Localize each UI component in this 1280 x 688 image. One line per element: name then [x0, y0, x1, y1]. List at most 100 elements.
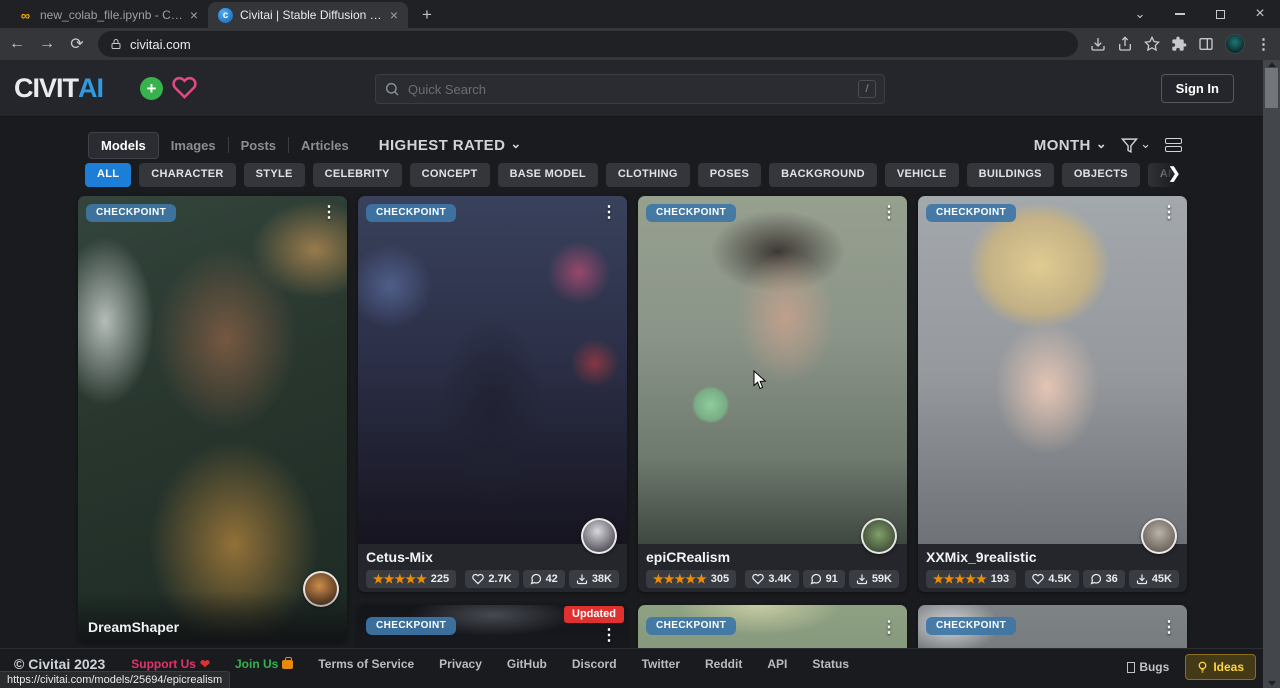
search-icon: [384, 81, 400, 97]
sort-dropdown[interactable]: HIGHEST RATED ⌄: [379, 137, 522, 154]
checkpoint-badge: CHECKPOINT: [926, 617, 1016, 635]
model-card-epicrealism[interactable]: CHECKPOINT ⋮ epiCRealism ★★★★★ 305 3.4K …: [638, 196, 907, 592]
sign-in-button[interactable]: Sign In: [1161, 74, 1234, 103]
download-icon[interactable]: [1090, 36, 1106, 52]
extensions-puzzle-icon[interactable]: [1171, 36, 1187, 52]
category-chip[interactable]: VEHICLE: [885, 163, 959, 187]
rating-count: 225: [431, 574, 449, 585]
category-chip[interactable]: OBJECTS: [1062, 163, 1140, 187]
card-size-toggle[interactable]: [1165, 138, 1182, 152]
browser-tab-civitai[interactable]: c Civitai | Stable Diffusion models, ×: [208, 2, 408, 28]
card-menu-kebab-icon[interactable]: ⋮: [597, 623, 621, 647]
civitai-logo[interactable]: CIVIT AI: [14, 73, 103, 104]
minimize-button[interactable]: [1160, 0, 1200, 28]
filter-funnel-icon: [1121, 137, 1138, 154]
model-card-xxmix9realistic[interactable]: CHECKPOINT ⋮ XXMix_9realistic ★★★★★ 193 …: [918, 196, 1187, 592]
scrollbar-thumb[interactable]: [1265, 68, 1278, 108]
card-menu-kebab-icon[interactable]: ⋮: [1157, 200, 1181, 224]
window-controls: ⌄ ×: [1120, 0, 1280, 28]
footer-link-support-us[interactable]: Support Us ❤: [131, 657, 210, 671]
browser-profile-avatar[interactable]: [1225, 34, 1245, 54]
copyright-text: © Civitai 2023: [14, 656, 105, 672]
tab-articles[interactable]: Articles: [289, 133, 361, 158]
bookmark-star-icon[interactable]: [1144, 36, 1160, 52]
footer-link-status[interactable]: Status: [812, 657, 849, 671]
category-chip[interactable]: BASE MODEL: [498, 163, 598, 187]
rating-pill: ★★★★★ 225: [366, 570, 456, 588]
screen: ∞ new_colab_file.ipynb - Colaborat × c C…: [0, 0, 1280, 688]
creator-avatar[interactable]: [861, 518, 897, 554]
category-chip[interactable]: POSES: [698, 163, 761, 187]
footer-link-privacy[interactable]: Privacy: [439, 657, 482, 671]
card-menu-kebab-icon[interactable]: ⋮: [877, 200, 901, 224]
create-plus-button[interactable]: +: [140, 77, 163, 100]
category-chip[interactable]: CELEBRITY: [313, 163, 402, 187]
maximize-button[interactable]: [1200, 0, 1240, 28]
footer-link-terms[interactable]: Terms of Service: [318, 657, 414, 671]
scroll-down-arrow[interactable]: [1268, 681, 1276, 686]
checkpoint-badge: CHECKPOINT: [366, 204, 456, 222]
card-menu-kebab-icon[interactable]: ⋮: [597, 200, 621, 224]
close-window-button[interactable]: ×: [1240, 0, 1280, 28]
tab-images[interactable]: Images: [159, 133, 228, 158]
category-chip[interactable]: STYLE: [244, 163, 305, 187]
tab-posts[interactable]: Posts: [229, 133, 288, 158]
footer-link-discord[interactable]: Discord: [572, 657, 617, 671]
category-chip[interactable]: BUILDINGS: [967, 163, 1054, 187]
heart-icon: ❤: [200, 657, 210, 671]
share-icon[interactable]: [1117, 36, 1133, 52]
footer-link-join-us[interactable]: Join Us: [235, 657, 293, 671]
checkpoint-badge: CHECKPOINT: [646, 617, 736, 635]
card-menu-kebab-icon[interactable]: ⋮: [1157, 615, 1181, 639]
rating-pill: ★★★★★ 305: [646, 570, 736, 588]
forward-button[interactable]: →: [34, 31, 60, 57]
tab-title: new_colab_file.ipynb - Colaborat: [40, 8, 183, 22]
footer-link-github[interactable]: GitHub: [507, 657, 547, 671]
chip-scroll-right-icon[interactable]: ❯: [1168, 164, 1181, 182]
category-chip[interactable]: CONCEPT: [410, 163, 490, 187]
reload-button[interactable]: ⟳: [64, 31, 90, 57]
likes-pill: 2.7K: [465, 570, 518, 588]
search-box[interactable]: /: [375, 74, 885, 104]
ideas-button[interactable]: Ideas: [1185, 654, 1256, 680]
back-button[interactable]: ←: [4, 31, 30, 57]
star-rating-icons: ★★★★★: [933, 573, 987, 585]
comments-count: 42: [546, 574, 558, 585]
category-chip-all[interactable]: ALL: [85, 163, 131, 187]
period-dropdown[interactable]: MONTH ⌄: [1034, 137, 1107, 154]
footer-link-api[interactable]: API: [767, 657, 787, 671]
address-bar[interactable]: civitai.com: [98, 31, 1078, 57]
browser-tab-colab[interactable]: ∞ new_colab_file.ipynb - Colaborat ×: [8, 2, 208, 28]
model-card-cetus-mix[interactable]: CHECKPOINT ⋮ Cetus-Mix ★★★★★ 225 2.7K 42…: [358, 196, 627, 592]
category-chip[interactable]: CHARACTER: [139, 163, 235, 187]
page-scrollbar[interactable]: [1263, 60, 1280, 688]
browser-menu-kebab-icon[interactable]: ⋮: [1256, 35, 1271, 53]
category-chip[interactable]: BACKGROUND: [769, 163, 877, 187]
category-chip[interactable]: CLOTHING: [606, 163, 690, 187]
comment-icon: [810, 573, 822, 585]
favorites-heart-icon[interactable]: [172, 75, 197, 105]
footer-link-twitter[interactable]: Twitter: [642, 657, 680, 671]
downloads-count: 38K: [592, 574, 612, 585]
sidebar-icon[interactable]: [1198, 36, 1214, 52]
downloads-pill: 59K: [849, 570, 899, 588]
bugs-link[interactable]: Bugs: [1127, 660, 1169, 674]
model-card-dreamshaper[interactable]: CHECKPOINT ⋮ DreamShaper: [78, 196, 347, 643]
tab-models[interactable]: Models: [88, 132, 159, 159]
mouse-cursor: [753, 370, 767, 395]
comments-count: 36: [1106, 574, 1118, 585]
tab-close-icon[interactable]: ×: [190, 8, 198, 22]
creator-avatar[interactable]: [1141, 518, 1177, 554]
card-menu-kebab-icon[interactable]: ⋮: [877, 615, 901, 639]
model-title: Cetus-Mix: [366, 549, 619, 565]
footer-link-reddit[interactable]: Reddit: [705, 657, 742, 671]
card-menu-kebab-icon[interactable]: ⋮: [317, 200, 341, 224]
tab-search-icon[interactable]: ⌄: [1120, 0, 1160, 28]
new-tab-button[interactable]: +: [414, 2, 440, 28]
creator-avatar[interactable]: [581, 518, 617, 554]
filter-dropdown[interactable]: ⌄: [1121, 137, 1151, 154]
link-label: Support Us: [131, 657, 196, 671]
scroll-up-arrow[interactable]: [1268, 62, 1276, 67]
search-input[interactable]: [408, 82, 850, 97]
tab-close-icon[interactable]: ×: [390, 8, 398, 22]
